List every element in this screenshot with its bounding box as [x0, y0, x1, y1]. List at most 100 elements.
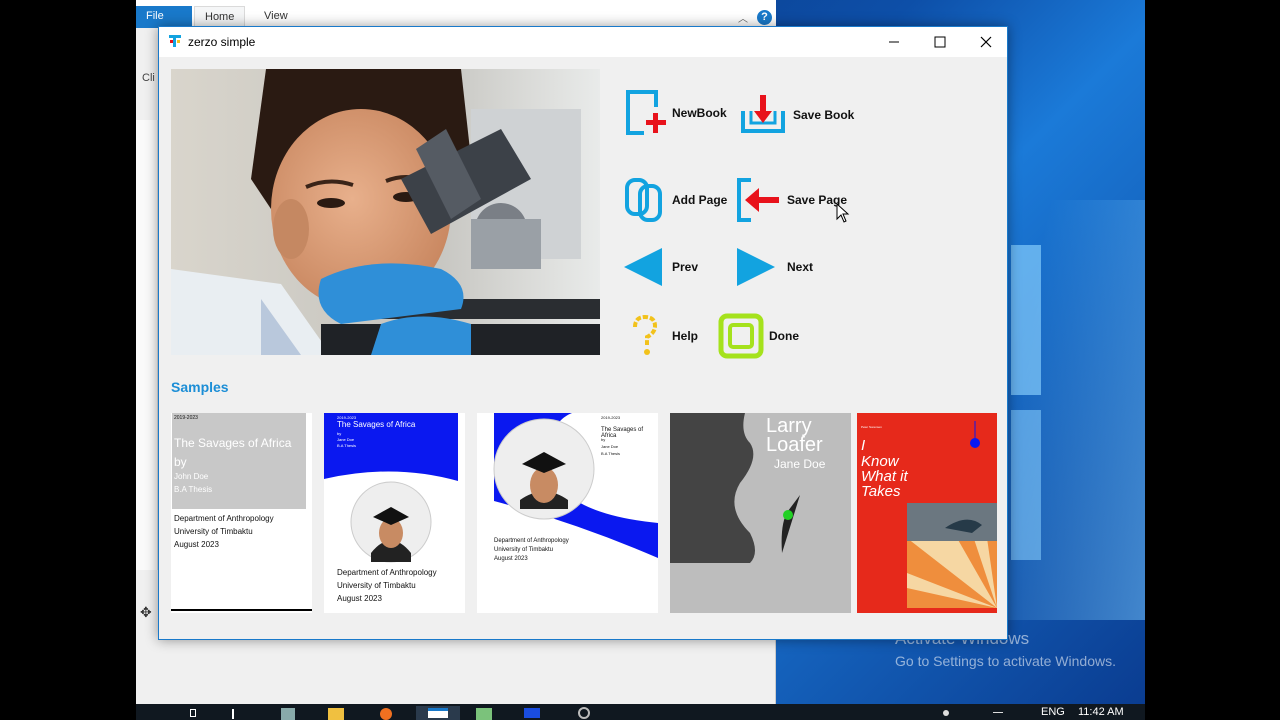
sample-degree: B.A Thesis [601, 451, 621, 456]
tool-icon[interactable] [574, 706, 594, 720]
firefox-icon[interactable] [376, 706, 396, 720]
taskbar: ENG 11:42 AM [136, 704, 1145, 720]
sample-date: August 2023 [337, 594, 382, 603]
sample-author: Peter Sorensen [861, 425, 882, 429]
savebook-label: Save Book [793, 108, 855, 122]
sample-thumbnail[interactable]: Larry Loafer Jane Doe [670, 413, 851, 613]
minimize-icon [889, 41, 899, 43]
background-canvas-strip [136, 120, 158, 570]
zerzo-window: zerzo simple NewBook Save Book Add Page … [158, 26, 1008, 640]
next-arrow-icon [737, 248, 775, 286]
save-book-icon [741, 95, 785, 133]
sample-sunburst-art [907, 421, 997, 608]
sample-thumbnail[interactable]: 2019-2023 The Savages of Africa by Jane … [477, 413, 658, 613]
close-icon [980, 36, 992, 48]
sample-title: The Savages of Africa [337, 420, 416, 429]
help-icon[interactable]: ? [757, 10, 772, 25]
sample-title: Loafer [766, 434, 823, 456]
sample-university: University of Timbaktu [174, 527, 253, 536]
next-label: Next [787, 260, 814, 274]
wallpaper-window-pane [1011, 410, 1041, 560]
clock[interactable]: 11:42 AM [1078, 706, 1124, 718]
addpage-label: Add Page [672, 193, 728, 207]
sample-university: University of Timbaktu [337, 581, 416, 590]
done-label: Done [769, 329, 799, 343]
move-icon[interactable]: ✥ [140, 604, 152, 621]
title-bar[interactable]: zerzo simple [159, 27, 1007, 57]
question-mark-icon [633, 315, 658, 355]
sample-year: 2019-2023 [601, 415, 621, 420]
tab-view[interactable]: View [254, 6, 298, 28]
sample-by: by [174, 455, 187, 469]
sample-department: Department of Anthropology [337, 568, 437, 577]
ribbon-collapse-icon[interactable]: ︿ [738, 10, 748, 25]
add-page-icon [625, 178, 662, 222]
savebook-button[interactable]: Save Book [739, 93, 854, 137]
maximize-icon [934, 36, 946, 48]
sample-header-block [172, 413, 306, 509]
new-book-icon [626, 90, 666, 135]
sample-degree: B.A Thesis [174, 485, 213, 494]
next-button[interactable]: Next [735, 247, 813, 287]
mouse-cursor-icon [836, 203, 850, 223]
app-icon[interactable] [278, 706, 298, 720]
file-explorer-icon[interactable] [326, 706, 346, 720]
sample-thumbnail[interactable]: 2019-2023 The Savages of Africa by John … [171, 413, 312, 613]
sample-author: Jane Doe [774, 457, 826, 471]
addpage-button[interactable]: Add Page [624, 177, 727, 223]
sample-by: by [601, 437, 606, 442]
tab-file[interactable]: File [136, 6, 192, 28]
done-square-icon [718, 313, 764, 359]
close-button[interactable] [963, 27, 1009, 57]
done-button[interactable]: Done [718, 313, 799, 359]
sample-title: Takes [861, 483, 901, 500]
sample-date: August 2023 [174, 540, 219, 549]
sample-by: by [337, 431, 342, 436]
sample-title: I [861, 437, 866, 454]
minimize-button[interactable] [871, 27, 917, 57]
sample-abstract-shape [670, 413, 800, 563]
zerzo-app-icon[interactable] [522, 706, 542, 720]
app-logo-icon [169, 35, 181, 47]
image-viewer-icon[interactable] [474, 706, 494, 720]
help-label: Help [672, 329, 699, 343]
help-button[interactable]: Help [627, 315, 698, 357]
sample-date: August 2023 [494, 556, 528, 562]
sample-thumbnail[interactable]: 2019-2023 The Savages of Africa by Jane … [324, 413, 465, 613]
sample-title: The Savages of Africa [601, 427, 644, 439]
ribbon-bar: File Home View ︿ ? [136, 0, 776, 28]
sample-title: The Savages of Africa [174, 436, 292, 450]
search-icon[interactable] [184, 706, 204, 720]
window-title: zerzo simple [188, 35, 256, 49]
sample-university: University of Timbaktu [494, 547, 554, 553]
sample-author: Jane Doe [337, 437, 355, 442]
samples-heading: Samples [171, 379, 229, 395]
clipboard-label: Cli [142, 72, 155, 84]
newbook-button[interactable]: NewBook [624, 89, 727, 137]
activation-watermark-subtitle: Go to Settings to activate Windows. [895, 653, 1116, 669]
user-icon[interactable] [936, 706, 956, 720]
sample-degree: B.A Thesis [337, 443, 357, 448]
sample-year: 2019-2023 [174, 415, 198, 421]
sample-thumbnail[interactable]: Peter Sorensen I Know What it Takes [857, 413, 997, 613]
wallpaper-window-pane [1011, 245, 1041, 395]
prev-arrow-icon [624, 248, 662, 286]
sample-author: Jane Doe [601, 444, 619, 449]
paint-app-taskbar-item[interactable] [416, 706, 460, 720]
savepage-button[interactable]: Save Page [735, 177, 847, 223]
sample-author: John Doe [174, 472, 209, 481]
prev-button[interactable]: Prev [622, 247, 698, 287]
prev-label: Prev [672, 260, 699, 274]
language-indicator[interactable]: ENG [1041, 706, 1065, 718]
hero-image [171, 69, 600, 355]
volume-icon[interactable] [988, 706, 1008, 720]
maximize-button[interactable] [917, 27, 963, 57]
sample-bottom-rule [171, 609, 312, 611]
sample-department: Department of Anthropology [494, 538, 569, 544]
newbook-label: NewBook [672, 106, 727, 120]
save-page-icon [737, 178, 779, 222]
task-view-icon[interactable] [228, 706, 248, 720]
sample-blue-curve [493, 413, 658, 558]
tab-home[interactable]: Home [194, 6, 246, 28]
sample-department: Department of Anthropology [174, 514, 274, 523]
